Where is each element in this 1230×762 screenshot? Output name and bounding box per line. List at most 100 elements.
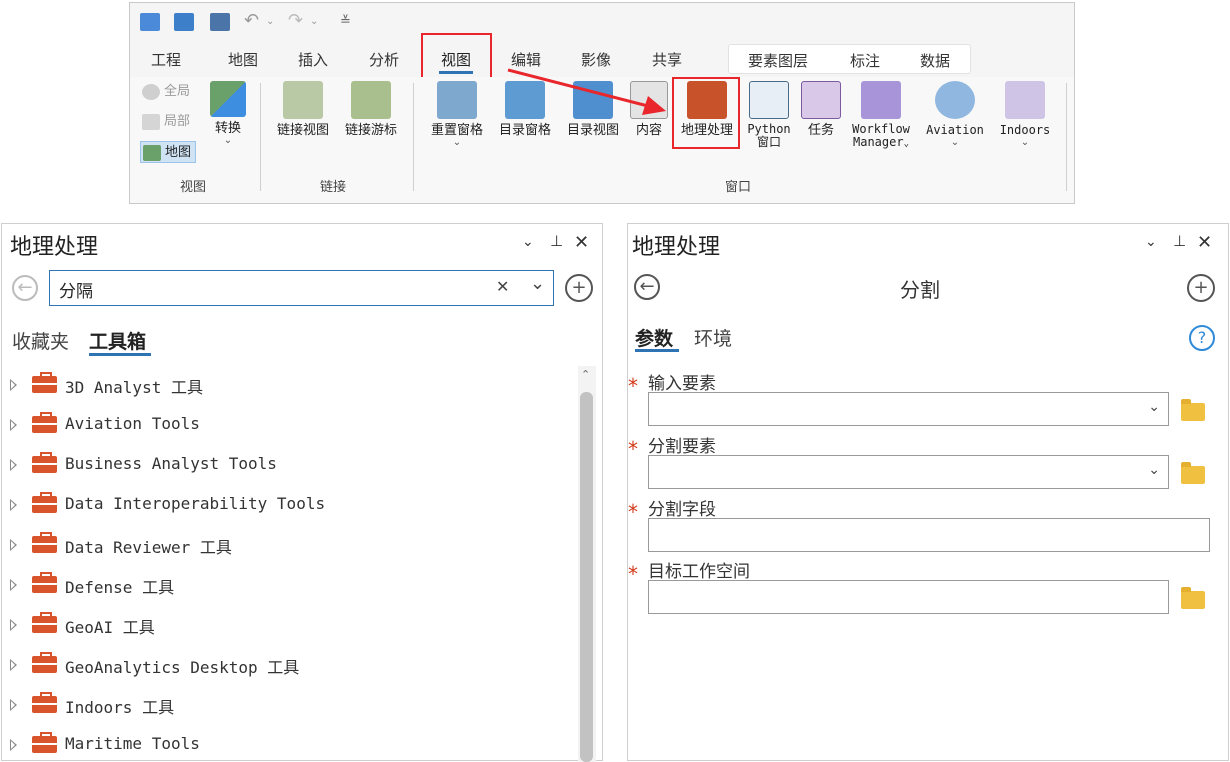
aviation-button[interactable]: Aviation ⌄ — [920, 81, 990, 161]
new-project-icon[interactable] — [140, 13, 160, 31]
undo-icon[interactable]: ↶ — [244, 12, 264, 31]
expand-icon[interactable] — [10, 659, 17, 671]
expand-icon[interactable] — [10, 419, 17, 431]
param-label: 分割字段 — [648, 500, 716, 520]
scrollbar-thumb[interactable] — [580, 392, 593, 762]
toolbox-icon — [32, 452, 57, 473]
toolbox-icon — [32, 572, 57, 593]
reset-panes-icon — [437, 81, 477, 119]
tab-map[interactable]: 地图 — [228, 49, 258, 70]
global-scene-button[interactable]: 全局 — [140, 81, 190, 103]
tab-feature-layer[interactable]: 要素图层 — [748, 50, 808, 71]
open-project-icon[interactable] — [174, 13, 194, 31]
python-window-button[interactable]: Python 窗口 — [744, 81, 794, 161]
tab-environments[interactable]: 环境 — [694, 324, 732, 351]
tab-share[interactable]: 共享 — [652, 49, 682, 70]
python-window-icon — [749, 81, 789, 119]
catalog-view-button[interactable]: 目录视图 — [560, 81, 626, 161]
link-views-button[interactable]: 链接视图 — [270, 81, 336, 161]
add-icon[interactable]: + — [565, 274, 593, 302]
toolbox-icon — [32, 372, 57, 393]
pane-title: 地理处理 — [632, 235, 721, 260]
chevron-down-icon[interactable]: ⌄ — [310, 13, 330, 31]
chevron-down-icon[interactable]: ⌄ — [1148, 462, 1160, 478]
scrollbar[interactable]: ⌃ — [578, 366, 596, 762]
expand-icon[interactable] — [10, 459, 17, 471]
tab-edit[interactable]: 编辑 — [511, 49, 541, 70]
search-input[interactable]: 分隔 ✕ ⌄ — [49, 270, 554, 306]
target-workspace-field[interactable] — [648, 580, 1169, 614]
local-scene-button[interactable]: 局部 — [140, 111, 190, 133]
folder-icon[interactable] — [1181, 462, 1205, 484]
group-label-link: 链接 — [320, 180, 347, 195]
chevron-down-icon[interactable]: ⌄ — [266, 13, 286, 31]
expand-icon[interactable] — [10, 579, 17, 591]
tab-project[interactable]: 工程 — [151, 49, 181, 70]
group-label-view: 视图 — [180, 180, 207, 195]
tasks-icon — [801, 81, 841, 119]
convert-button[interactable]: 转换 ⌄ — [206, 81, 250, 161]
map-view-button[interactable]: 地图 — [140, 141, 197, 163]
folder-icon[interactable] — [1181, 587, 1205, 609]
customize-icon[interactable]: ≚ — [340, 13, 360, 31]
chevron-down-icon: ⌄ — [1020, 137, 1030, 148]
close-icon[interactable]: ✕ — [1197, 232, 1212, 253]
expand-icon[interactable] — [10, 739, 17, 751]
expand-icon[interactable] — [10, 539, 17, 551]
tasks-button[interactable]: 任务 — [798, 81, 844, 161]
local-scene-icon — [142, 114, 160, 130]
tab-parameters[interactable]: 参数 — [635, 324, 673, 351]
required-icon: * — [628, 437, 638, 461]
reset-panes-button[interactable]: 重置窗格 ⌄ — [423, 81, 491, 161]
tab-favorites[interactable]: 收藏夹 — [12, 327, 69, 354]
tab-analysis[interactable]: 分析 — [369, 49, 399, 70]
split-field-input[interactable] — [648, 518, 1210, 552]
expand-icon[interactable] — [10, 619, 17, 631]
geoprocessing-highlight — [672, 77, 740, 149]
chevron-up-icon[interactable]: ⌃ — [581, 368, 590, 381]
globe-icon — [142, 84, 160, 100]
chevron-down-icon[interactable]: ⌄ — [522, 234, 534, 250]
input-features-field[interactable]: ⌄ — [648, 392, 1169, 426]
redo-icon[interactable]: ↷ — [288, 12, 308, 31]
chevron-down-icon: ⌄ — [223, 135, 233, 146]
tab-data[interactable]: 数据 — [920, 50, 950, 71]
clear-icon[interactable]: ✕ — [496, 277, 509, 296]
tab-insert[interactable]: 插入 — [298, 49, 328, 70]
save-project-icon[interactable] — [210, 13, 230, 31]
link-cursor-button[interactable]: 链接游标 — [338, 81, 404, 161]
pin-icon[interactable]: ⊥ — [550, 232, 563, 250]
tab-toolboxes[interactable]: 工具箱 — [89, 327, 146, 354]
close-icon[interactable]: ✕ — [574, 232, 589, 253]
back-icon[interactable]: ← — [12, 275, 38, 301]
help-icon[interactable]: ? — [1189, 325, 1215, 351]
workflow-manager-button[interactable]: Workflow Manager⌄ — [846, 81, 916, 161]
toolbox-icon — [32, 692, 57, 713]
tab-imagery[interactable]: 影像 — [581, 49, 611, 70]
contents-button[interactable]: 内容 — [628, 81, 670, 161]
contextual-tab-group: 要素图层 标注 数据 — [728, 44, 971, 74]
chevron-down-icon[interactable]: ⌄ — [1145, 234, 1157, 250]
required-icon: * — [628, 374, 638, 398]
chevron-down-icon[interactable]: ⌄ — [530, 273, 545, 294]
geoprocessing-pane-right: 地理处理 ⌄ ⊥ ✕ ← 分割 + 参数 环境 ? * 输入要素 ⌄ * 分割要… — [627, 223, 1229, 761]
chevron-down-icon[interactable]: ⌄ — [1148, 399, 1160, 415]
expand-icon[interactable] — [10, 499, 17, 511]
folder-icon[interactable] — [1181, 399, 1205, 421]
chevron-down-icon: ⌄ — [452, 137, 462, 148]
indoors-button[interactable]: Indoors ⌄ — [994, 81, 1056, 161]
split-features-field[interactable]: ⌄ — [648, 455, 1169, 489]
toolbox-list: 3D Analyst 工具 Aviation Tools Business An… — [2, 366, 577, 762]
pane-title: 地理处理 — [10, 235, 99, 260]
add-icon[interactable]: + — [1187, 274, 1215, 302]
expand-icon[interactable] — [10, 379, 17, 391]
back-icon[interactable]: ← — [634, 274, 660, 300]
contents-icon — [630, 81, 668, 119]
expand-icon[interactable] — [10, 699, 17, 711]
catalog-pane-button[interactable]: 目录窗格 — [492, 81, 558, 161]
tab-labeling[interactable]: 标注 — [850, 50, 880, 71]
toolbox-icon — [32, 532, 57, 553]
pin-icon[interactable]: ⊥ — [1173, 232, 1186, 250]
active-tab-underline — [439, 71, 473, 74]
active-tab-underline — [89, 353, 151, 356]
